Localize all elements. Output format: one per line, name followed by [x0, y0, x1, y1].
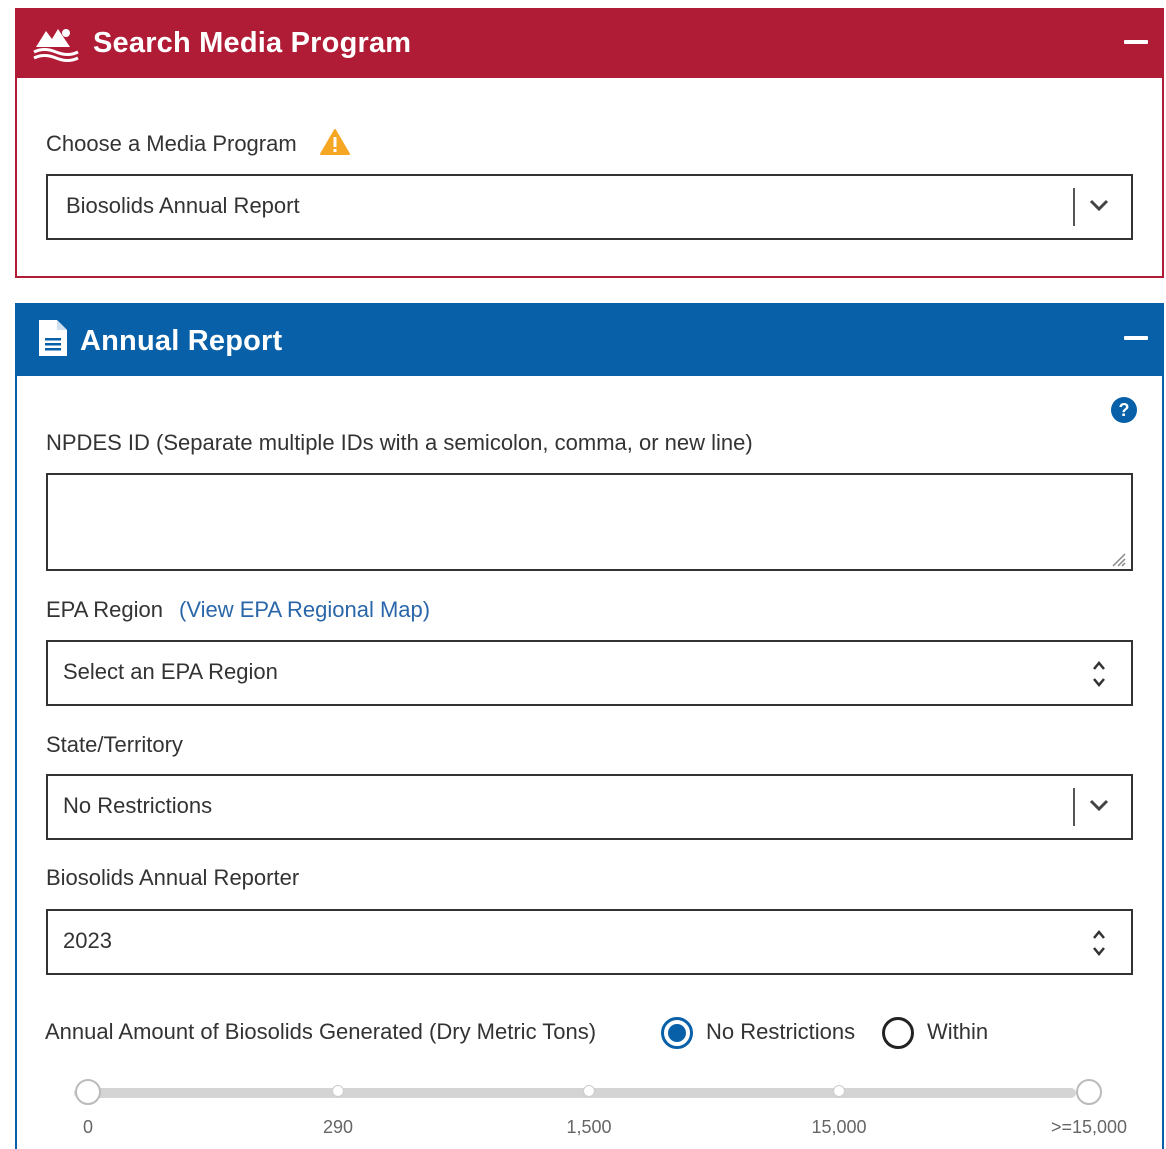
npdes-id-label: NPDES ID (Separate multiple IDs with a s… — [46, 430, 753, 455]
epa-region-value: Select an EPA Region — [63, 659, 278, 684]
selected-program: Biosolids Annual Report — [66, 193, 300, 218]
slider-tick-label: 15,000 — [811, 1117, 867, 1137]
slider-tick — [833, 1085, 845, 1097]
reporter-year-value: 2023 — [63, 928, 112, 953]
slider-tick-label: 0 — [82, 1117, 94, 1137]
view-epa-map-link[interactable]: (View EPA Regional Map) — [179, 597, 430, 623]
npdes-id-textarea[interactable] — [46, 473, 1133, 571]
slider-tick — [332, 1085, 344, 1097]
panel-title: Search Media Program — [93, 27, 412, 59]
landscape-logo-icon — [33, 29, 79, 62]
collapse-button[interactable] — [1124, 336, 1148, 340]
annual-report-header[interactable]: Annual Report — [17, 303, 1162, 376]
annual-amount-label: Annual Amount of Biosolids Generated (Dr… — [45, 1019, 597, 1044]
chevron-down-icon[interactable] — [1088, 798, 1110, 812]
epa-region-select[interactable]: Select an EPA Region — [46, 640, 1133, 706]
warning-icon — [320, 129, 350, 155]
up-down-arrow-icon — [1093, 661, 1105, 687]
media-program-select[interactable]: Biosolids Annual Report — [46, 174, 1133, 240]
radio-selected-icon[interactable] — [660, 1016, 694, 1050]
svg-text:?: ? — [1119, 400, 1130, 420]
search-media-program-header[interactable]: Search Media Program — [17, 10, 1162, 78]
chevron-down-icon[interactable] — [1088, 198, 1110, 212]
slider-min-handle[interactable] — [75, 1079, 101, 1105]
slider-max-handle[interactable] — [1076, 1079, 1102, 1105]
radio-label: Within — [927, 1019, 989, 1044]
state-territory-label: State/Territory — [46, 732, 183, 757]
help-icon[interactable]: ? — [1110, 396, 1138, 424]
slider-tick-label: 290 — [322, 1117, 354, 1137]
reporter-year-select[interactable]: 2023 — [46, 909, 1133, 975]
radio-label: No Restrictions — [706, 1019, 856, 1044]
search-media-program-panel: Search Media Program Choose a Media Prog… — [15, 8, 1164, 278]
select-separator — [1073, 188, 1075, 226]
epa-region-label: EPA Region — [46, 597, 164, 622]
slider-tick-label: >=15,000 — [1050, 1117, 1128, 1137]
amount-slider-track[interactable] — [74, 1088, 1076, 1098]
select-separator — [1073, 788, 1075, 826]
document-icon — [39, 320, 67, 356]
reporter-label: Biosolids Annual Reporter — [46, 865, 300, 890]
state-territory-select[interactable]: No Restrictions — [46, 774, 1133, 840]
state-value: No Restrictions — [63, 793, 213, 818]
panel-title: Annual Report — [80, 325, 283, 357]
up-down-arrow-icon — [1093, 930, 1105, 956]
slider-tick-label: 1,500 — [566, 1117, 612, 1137]
choose-program-label: Choose a Media Program — [46, 131, 297, 156]
collapse-button[interactable] — [1124, 40, 1148, 44]
radio-unselected-icon[interactable] — [881, 1016, 915, 1050]
resize-grip-icon[interactable] — [1110, 551, 1126, 567]
slider-tick — [583, 1085, 595, 1097]
